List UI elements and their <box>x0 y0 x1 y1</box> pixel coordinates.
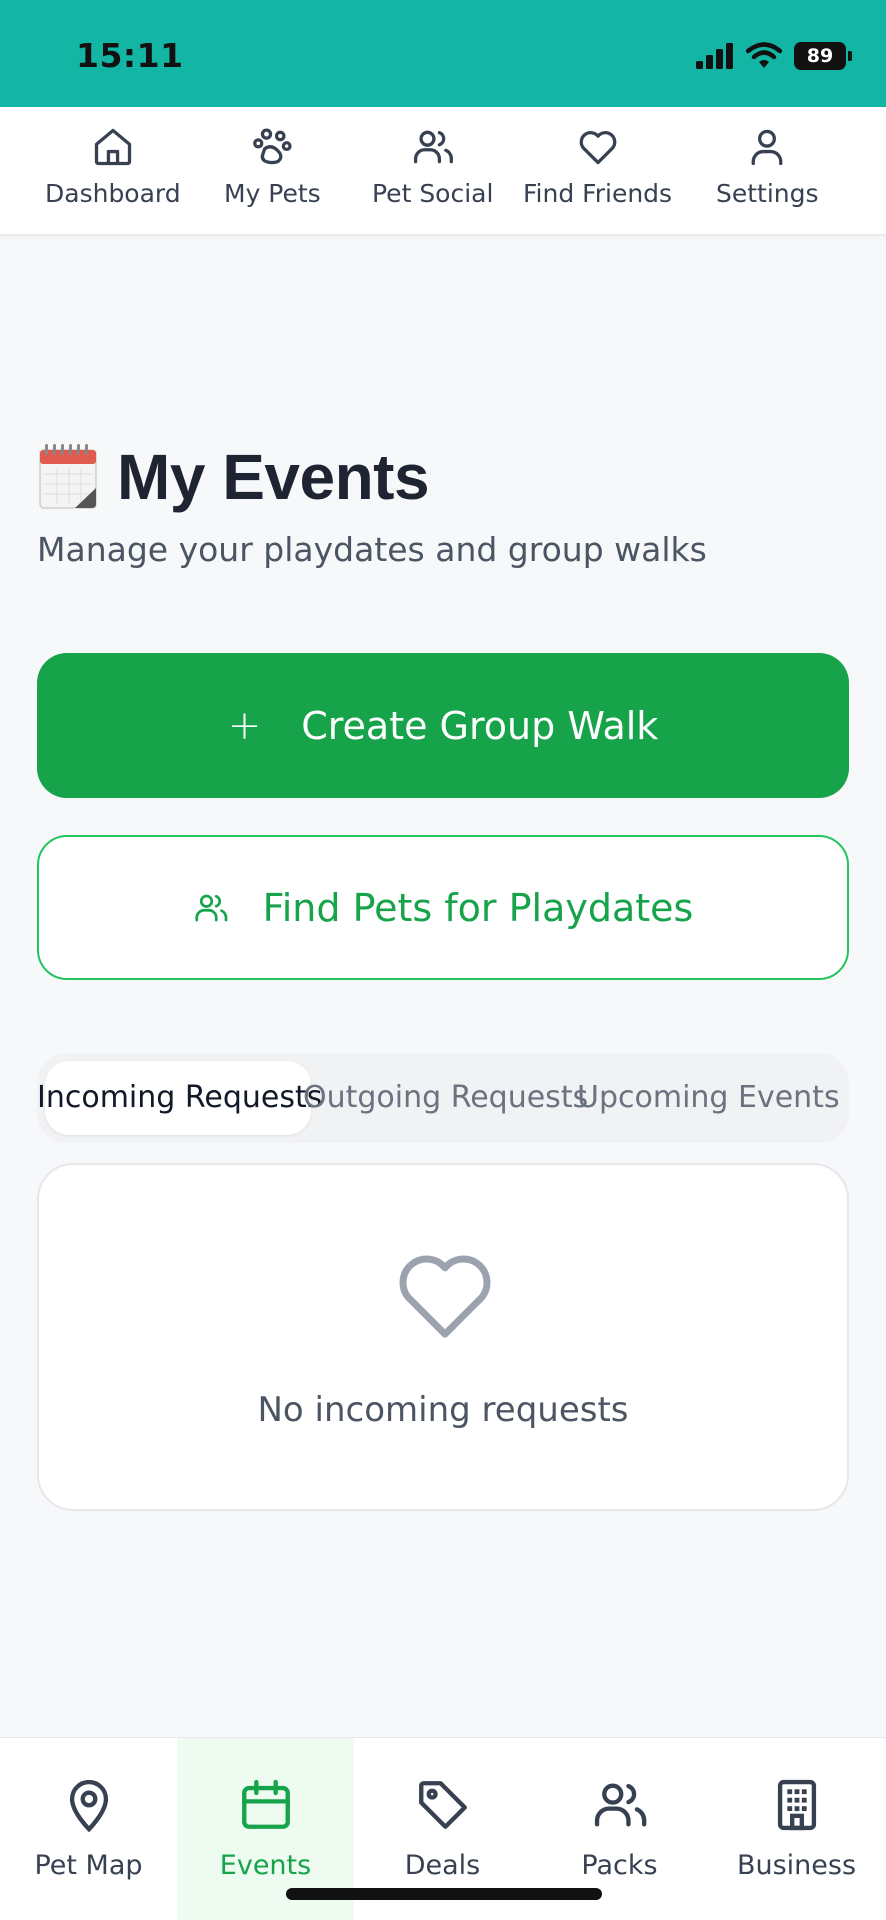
paw-icon <box>253 128 292 165</box>
battery-indicator: 89 <box>794 42 852 70</box>
wifi-icon <box>746 42 782 68</box>
bottom-nav-label: Business <box>736 1850 857 1881</box>
top-nav-label: Pet Social <box>372 179 494 208</box>
home-icon <box>94 128 131 166</box>
page-title: My Events <box>117 441 430 513</box>
users-icon <box>413 130 453 164</box>
bottom-nav-label: Events <box>219 1850 312 1881</box>
find-pets-label: Find Pets for Playdates <box>262 885 694 930</box>
create-group-walk-label: Create Group Walk <box>301 703 659 748</box>
bottom-nav-label: Packs <box>581 1850 658 1881</box>
create-group-walk-button[interactable]: + Create Group Walk <box>37 653 849 798</box>
tag-icon <box>418 1781 467 1829</box>
page-header: My Events <box>37 440 430 514</box>
heart-icon <box>579 131 616 165</box>
home-indicator[interactable] <box>286 1888 602 1900</box>
users-icon <box>195 894 227 921</box>
empty-state-text: No incoming requests <box>257 1390 629 1430</box>
top-nav-item-my-pets[interactable]: My Pets <box>224 125 321 208</box>
empty-state-card: No incoming requests <box>37 1163 849 1511</box>
find-pets-button[interactable]: Find Pets for Playdates <box>37 835 849 980</box>
tab-outgoing-requests[interactable]: Outgoing Requests <box>303 1053 588 1143</box>
bottom-nav-label: Deals <box>404 1850 481 1881</box>
bottom-nav-label: Pet Map <box>34 1850 143 1881</box>
bottom-nav-item-business[interactable]: Business <box>708 1738 885 1920</box>
request-tabs: Incoming Requests Outgoing Requests Upco… <box>37 1053 849 1143</box>
building-icon <box>777 1779 816 1831</box>
top-nav-item-dashboard[interactable]: Dashboard <box>45 125 181 208</box>
top-nav-item-pet-social[interactable]: Pet Social <box>372 125 493 208</box>
heart-icon <box>399 1255 491 1338</box>
calendar-icon <box>241 1779 290 1829</box>
users-icon <box>594 1783 646 1827</box>
top-nav-label: Dashboard <box>45 179 181 208</box>
tab-incoming-requests[interactable]: Incoming Requests <box>37 1053 322 1143</box>
plus-icon: + <box>227 702 262 749</box>
map-pin-icon <box>69 1779 108 1833</box>
top-nav-label: My Pets <box>224 179 321 208</box>
page-subtitle: Manage your playdates and group walks <box>37 530 707 569</box>
bottom-nav-item-pet-map[interactable]: Pet Map <box>0 1738 177 1920</box>
status-bar: 15:11 89 <box>0 0 886 107</box>
tab-upcoming-events[interactable]: Upcoming Events <box>577 1053 840 1143</box>
signal-icon <box>696 43 733 69</box>
user-icon <box>751 129 783 166</box>
top-nav-label: Settings <box>716 179 819 208</box>
top-nav-item-find-friends[interactable]: Find Friends <box>523 125 672 208</box>
top-nav-item-settings[interactable]: Settings <box>716 125 819 208</box>
top-nav-label: Find Friends <box>523 179 673 208</box>
top-nav: Dashboard My Pets Pet Social Find Friend… <box>0 107 886 235</box>
calendar-emoji-icon <box>39 444 97 509</box>
status-icons: 89 <box>696 40 852 72</box>
status-time: 15:11 <box>76 36 184 75</box>
